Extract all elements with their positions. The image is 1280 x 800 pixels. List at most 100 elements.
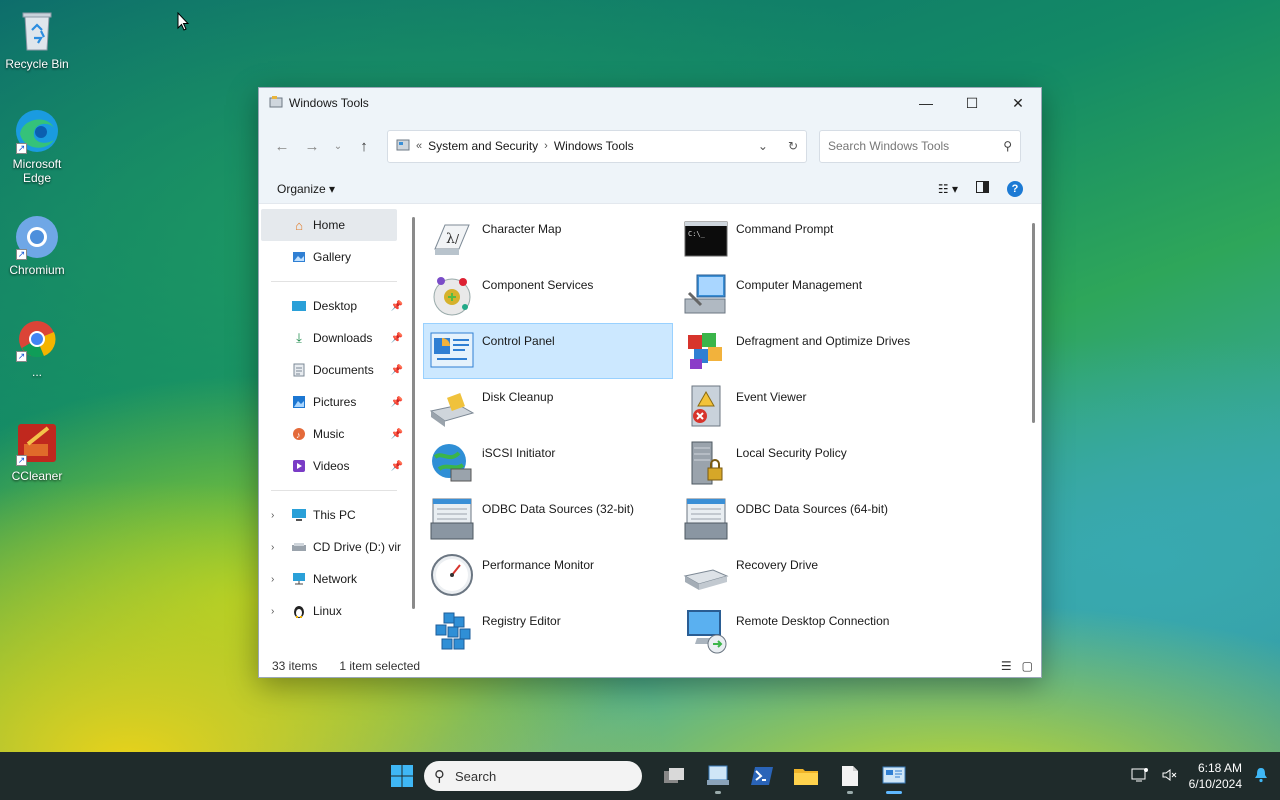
desktop-icon-edge[interactable]: ↗ Microsoft Edge xyxy=(4,108,70,185)
notification-bell-icon[interactable] xyxy=(1254,767,1268,786)
tool-item-command-prompt[interactable]: C:\_ Command Prompt xyxy=(677,211,927,267)
nav-item-this-pc[interactable]: › This PC xyxy=(259,499,407,531)
videos-icon xyxy=(291,458,307,474)
start-button[interactable] xyxy=(380,756,424,796)
clock[interactable]: 6:18 AM 6/10/2024 xyxy=(1189,760,1242,792)
preview-pane-button[interactable] xyxy=(976,181,989,196)
pin-icon: 📌 xyxy=(390,364,403,376)
desktop-icon-chromium[interactable]: ↗ Chromium xyxy=(4,214,70,277)
forward-button[interactable]: → xyxy=(297,131,327,161)
tool-item-remote-desktop-connection[interactable]: Remote Desktop Connection xyxy=(677,603,927,659)
minimize-button[interactable]: — xyxy=(903,88,949,118)
tool-item-performance-monitor[interactable]: Performance Monitor xyxy=(423,547,673,603)
status-bar: 33 items 1 item selected ☰ ▢ xyxy=(259,655,1041,677)
view-icon: ☷ xyxy=(937,181,949,196)
network-icon xyxy=(291,571,307,587)
volume-muted-icon[interactable] xyxy=(1161,767,1177,786)
music-icon: ♪ xyxy=(291,426,307,442)
nav-item-gallery[interactable]: Gallery xyxy=(259,241,407,273)
desktop-icon-ccleaner[interactable]: ↗ CCleaner xyxy=(4,420,70,483)
search-input[interactable]: Search Windows Tools ⚲ xyxy=(819,129,1021,163)
view-options-button[interactable]: ☷ ▾ xyxy=(938,182,958,196)
task-view-icon xyxy=(664,768,684,783)
tool-item-recovery-drive[interactable]: Recovery Drive xyxy=(677,547,927,603)
nav-item-pictures[interactable]: Pictures 📌 xyxy=(259,386,407,418)
nav-item-network[interactable]: › Network xyxy=(259,563,407,595)
breadcrumb-system-and-security[interactable]: System and Security xyxy=(428,139,538,153)
tool-item-character-map[interactable]: λ / Character Map xyxy=(423,211,673,267)
tool-item-component-services[interactable]: Component Services xyxy=(423,267,673,323)
nav-item-linux[interactable]: › Linux xyxy=(259,595,407,627)
task-view-button[interactable] xyxy=(652,756,696,796)
shortcut-arrow-icon: ↗ xyxy=(16,143,27,154)
taskbar-powershell[interactable] xyxy=(740,756,784,796)
title-bar[interactable]: Windows Tools — ☐ ✕ xyxy=(259,88,1041,118)
taskbar-file-explorer[interactable] xyxy=(784,756,828,796)
svg-text:λ: λ xyxy=(446,231,455,247)
component-services-icon xyxy=(428,272,476,318)
tool-item-control-panel[interactable]: Control Panel xyxy=(423,323,673,379)
tool-item-defragment-and-optimize-drives[interactable]: Defragment and Optimize Drives xyxy=(677,323,927,379)
address-history-chevron-icon[interactable]: ⌄ xyxy=(758,139,768,153)
arrow-left-icon: ← xyxy=(274,137,290,155)
linux-penguin-icon xyxy=(291,603,307,619)
tool-item-disk-cleanup[interactable]: Disk Cleanup xyxy=(423,379,673,435)
tool-item-label: Event Viewer xyxy=(736,390,807,404)
breadcrumb-windows-tools[interactable]: Windows Tools xyxy=(554,139,634,153)
taskbar-windows-tools[interactable] xyxy=(872,756,916,796)
pin-icon: 📌 xyxy=(390,332,403,344)
nav-item-desktop[interactable]: Desktop 📌 xyxy=(259,290,407,322)
taskbar-notepad[interactable] xyxy=(828,756,872,796)
desktop-icon-chrome[interactable]: ↗ ... xyxy=(4,316,70,379)
clock-time: 6:18 AM xyxy=(1197,761,1242,775)
taskbar: ⚲ Search 6:18 AM 6/10/2024 xyxy=(0,752,1280,800)
up-button[interactable]: ↑ xyxy=(349,131,379,161)
tool-item-odbc-data-sources-32-bit[interactable]: ODBC Data Sources (32-bit) xyxy=(423,491,673,547)
taskbar-search[interactable]: ⚲ Search xyxy=(424,761,642,791)
folder-icon xyxy=(794,769,818,785)
back-button[interactable]: ← xyxy=(267,131,297,161)
close-button[interactable]: ✕ xyxy=(995,88,1041,118)
navigation-pane: ⌂ Home Gallery Desktop 📌 ⤓ Downloads 📌 Doc… xyxy=(259,205,415,655)
iscsi-icon xyxy=(428,440,476,486)
tool-item-odbc-data-sources-64-bit[interactable]: ODBC Data Sources (64-bit) xyxy=(677,491,927,547)
content-scrollbar[interactable] xyxy=(1032,223,1035,423)
recent-locations-button[interactable]: ⌄ xyxy=(327,131,349,161)
address-bar[interactable]: « System and Security › Windows Tools ⌄ … xyxy=(387,129,807,163)
recovery-drive-icon xyxy=(682,552,730,598)
desktop-folder-icon xyxy=(291,298,307,314)
command-bar: Organize ▾ ☷ ▾ ? xyxy=(259,174,1041,204)
gallery-icon xyxy=(291,249,307,265)
details-view-icon[interactable]: ☰ xyxy=(1001,659,1012,673)
pin-icon: 📌 xyxy=(390,300,403,312)
nav-item-downloads[interactable]: ⤓ Downloads 📌 xyxy=(259,322,407,354)
tool-item-label: iSCSI Initiator xyxy=(482,446,556,460)
download-icon: ⤓ xyxy=(296,330,302,345)
nav-item-videos[interactable]: Videos 📌 xyxy=(259,450,407,482)
tool-item-computer-management[interactable]: Computer Management xyxy=(677,267,927,323)
nav-item-documents[interactable]: Documents 📌 xyxy=(259,354,407,386)
nav-item-cd-drive[interactable]: › CD Drive (D:) vir xyxy=(259,531,407,563)
nav-item-home[interactable]: ⌂ Home xyxy=(261,209,397,241)
search-placeholder: Search Windows Tools xyxy=(828,139,950,153)
recycle-bin-icon xyxy=(14,8,60,54)
desktop-icon-recycle-bin[interactable]: Recycle Bin xyxy=(4,8,70,71)
tool-item-iscsi-initiator[interactable]: iSCSI Initiator xyxy=(423,435,673,491)
help-button[interactable]: ? xyxy=(1007,180,1023,197)
svg-text:C:\_: C:\_ xyxy=(688,230,706,238)
refresh-icon[interactable]: ↻ xyxy=(788,139,798,153)
tiles-view-icon[interactable]: ▢ xyxy=(1022,659,1033,673)
taskbar-control-panel[interactable] xyxy=(696,756,740,796)
maximize-button[interactable]: ☐ xyxy=(949,88,995,118)
breadcrumb-overflow[interactable]: « xyxy=(416,140,422,152)
nav-item-music[interactable]: ♪ Music 📌 xyxy=(259,418,407,450)
network-status-icon[interactable] xyxy=(1131,767,1149,786)
documents-icon xyxy=(291,362,307,378)
tool-item-event-viewer[interactable]: Event Viewer xyxy=(677,379,927,435)
organize-button[interactable]: Organize ▾ xyxy=(277,182,335,196)
tool-item-registry-editor[interactable]: Registry Editor xyxy=(423,603,673,659)
explorer-window[interactable]: Windows Tools — ☐ ✕ ← → ⌄ ↑ « System and… xyxy=(258,87,1042,678)
arrow-right-icon: → xyxy=(304,137,320,155)
performance-monitor-icon xyxy=(428,552,476,598)
tool-item-local-security-policy[interactable]: Local Security Policy xyxy=(677,435,927,491)
